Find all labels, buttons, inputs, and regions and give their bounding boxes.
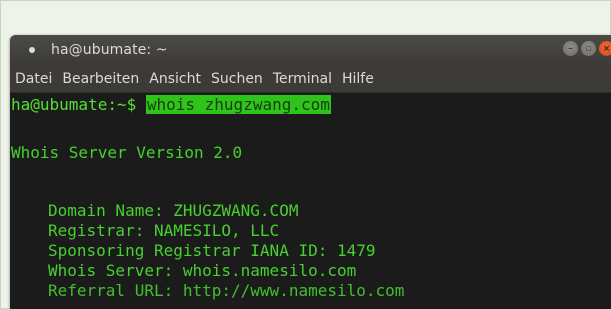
window-bullet-icon	[29, 47, 35, 53]
menu-bearbeiten[interactable]: Bearbeiten	[57, 71, 144, 87]
record-referral-url: Referral URL: http://www.namesilo.com	[48, 281, 405, 300]
shell-prompt: ha@ubumate:~$	[11, 95, 146, 114]
window-title: ha@ubumate: ~	[51, 42, 168, 58]
menu-suchen[interactable]: Suchen	[206, 71, 268, 87]
close-button[interactable]: ×	[599, 41, 611, 56]
title-bar[interactable]: ha@ubumate: ~ – ▫ ×	[10, 35, 611, 65]
server-version-line: Whois Server Version 2.0	[11, 143, 243, 162]
menu-hilfe[interactable]: Hilfe	[337, 71, 379, 87]
record-domain-name: Domain Name: ZHUGZWANG.COM	[48, 201, 299, 220]
record-iana-id: Sponsoring Registrar IANA ID: 1479	[48, 241, 376, 260]
terminal-output[interactable]: ha@ubumate:~$ whois zhugzwang.com Whois …	[10, 93, 611, 309]
command-text: whois zhugzwang.com	[145, 95, 331, 114]
menu-datei[interactable]: Datei	[10, 71, 57, 87]
menu-terminal[interactable]: Terminal	[268, 71, 337, 87]
record-registrar: Registrar: NAMESILO, LLC	[48, 221, 280, 240]
window-controls: – ▫ ×	[563, 41, 611, 56]
menu-ansicht[interactable]: Ansicht	[144, 71, 206, 87]
terminal-window[interactable]: ha@ubumate: ~ – ▫ × Datei Bearbeiten Ans…	[10, 35, 611, 309]
minimize-button[interactable]: –	[563, 41, 578, 56]
menu-bar: Datei Bearbeiten Ansicht Suchen Terminal…	[10, 65, 611, 93]
maximize-button[interactable]: ▫	[581, 41, 596, 56]
record-whois-server: Whois Server: whois.namesilo.com	[48, 261, 357, 280]
command-line: ha@ubumate:~$ whois zhugzwang.com	[11, 95, 331, 115]
